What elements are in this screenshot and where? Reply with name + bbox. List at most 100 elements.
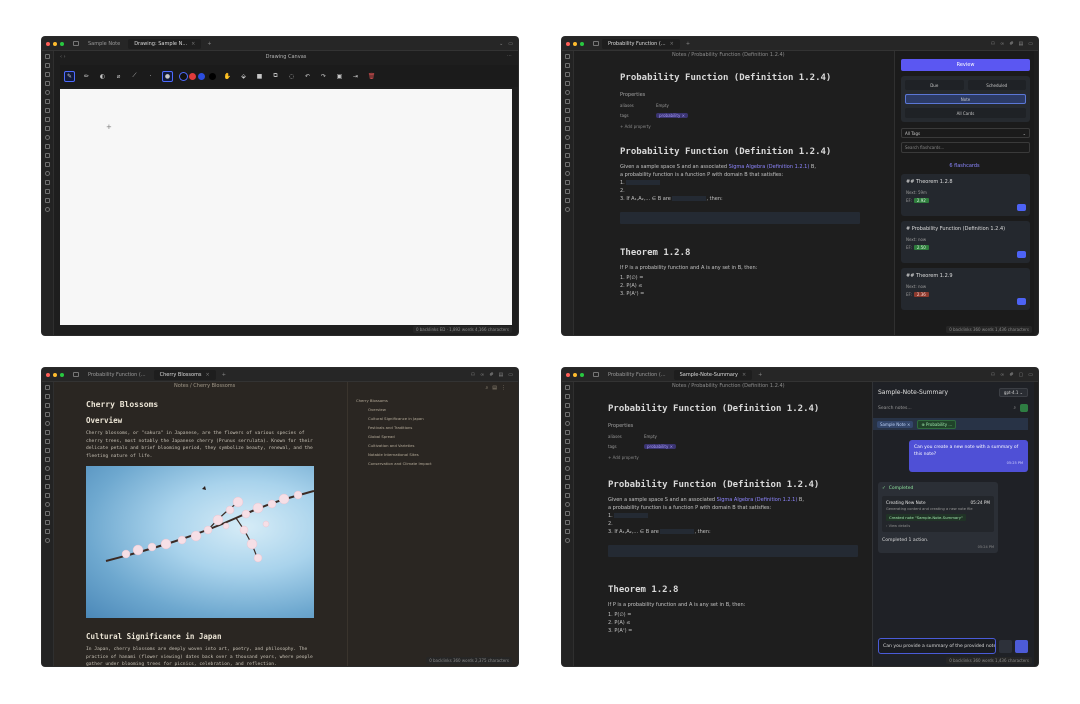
branch-icon[interactable] — [45, 144, 50, 149]
search-icon[interactable]: ⌕ — [1013, 405, 1016, 411]
flashcard-search-input[interactable]: Search flashcards... — [901, 142, 1030, 153]
search-icon[interactable]: ⌕ — [485, 385, 488, 391]
link-icon[interactable]: ∞ — [480, 372, 484, 378]
thin-stroke-icon[interactable]: · — [146, 72, 155, 81]
note-search-input[interactable]: Search notes... — [878, 406, 912, 411]
attach-button[interactable] — [999, 639, 1012, 653]
globe-icon[interactable] — [45, 466, 50, 471]
fill-tool-icon[interactable]: ⬙ — [239, 72, 248, 81]
clock-icon[interactable] — [45, 421, 50, 426]
calendar-icon[interactable] — [565, 412, 570, 417]
home-icon[interactable] — [565, 126, 570, 131]
terminal-icon[interactable] — [565, 108, 570, 113]
close-dot[interactable] — [566, 41, 570, 46]
files-icon[interactable] — [565, 54, 570, 59]
nav-arrows-icon[interactable]: ‹ › — [60, 54, 66, 60]
chat-input-field[interactable]: Can you provide a summary of the provide… — [878, 638, 996, 654]
graph-icon[interactable] — [565, 403, 570, 408]
pen-tool-icon[interactable]: ✎ — [64, 70, 75, 82]
minimize-dot[interactable] — [573, 41, 577, 46]
review-button[interactable]: Review — [901, 59, 1030, 71]
terminal-icon[interactable] — [565, 439, 570, 444]
outline-icon[interactable]: ▤ — [499, 372, 504, 378]
right-sidebar-icon[interactable]: ▭ — [508, 41, 513, 47]
property-tags[interactable]: tags probability × — [620, 113, 860, 118]
document-icon[interactable] — [45, 180, 50, 185]
trash-icon[interactable]: 🗑 — [367, 72, 376, 81]
close-tab-icon[interactable]: × — [191, 41, 195, 47]
sidebar-toggle-icon[interactable] — [73, 41, 79, 46]
zoom-dot[interactable] — [580, 41, 584, 46]
canvas-icon[interactable] — [565, 153, 570, 158]
tags-select[interactable]: All Tags ⌄ — [901, 128, 1030, 138]
property-aliases[interactable]: aliases Empty — [608, 434, 858, 439]
internal-link[interactable]: Sigma Algebra (Definition 1.2.1) — [729, 164, 810, 170]
book-icon[interactable] — [565, 189, 570, 194]
calendar-icon[interactable] — [565, 81, 570, 86]
add-property-button[interactable]: + Add property — [620, 124, 860, 129]
clock-icon[interactable] — [565, 90, 570, 95]
color-red-swatch[interactable] — [189, 72, 196, 80]
tab-cherry-blossoms[interactable]: Cherry Blossoms × — [153, 369, 216, 380]
hidden-block[interactable] — [620, 212, 860, 224]
outline-item[interactable]: Global Spread — [368, 434, 512, 439]
flashcard-item[interactable]: ## Theorem 1.2.9 Next: now EF: 2.36 — [901, 268, 1030, 310]
flashcard-icon[interactable]: ▤ — [1019, 41, 1024, 47]
terminal-icon[interactable] — [45, 439, 50, 444]
property-tags[interactable]: tags probability × — [608, 444, 858, 449]
tag-icon[interactable]: # — [1009, 372, 1013, 378]
pen-icon[interactable] — [565, 529, 570, 534]
home-icon[interactable] — [565, 457, 570, 462]
outline-item[interactable]: Overview — [368, 407, 512, 412]
minimize-dot[interactable] — [53, 41, 57, 46]
chat-icon[interactable] — [45, 538, 50, 543]
template-icon[interactable] — [565, 99, 570, 104]
new-tab-icon[interactable]: + — [207, 41, 211, 47]
graph-icon[interactable] — [565, 72, 570, 77]
filter-scheduled-button[interactable]: Scheduled — [967, 80, 1026, 90]
copy-icon[interactable]: ⧉ — [271, 72, 280, 81]
new-tab-icon[interactable]: + — [686, 41, 690, 47]
outline-item[interactable]: Cherry Blossoms — [356, 398, 512, 403]
minimize-dot[interactable] — [53, 372, 57, 377]
check-icon[interactable] — [565, 162, 570, 167]
graph-icon[interactable] — [45, 403, 50, 408]
property-value[interactable]: Empty — [644, 434, 657, 439]
property-value[interactable]: Empty — [656, 103, 669, 108]
internal-link[interactable]: Sigma Algebra (Definition 1.2.1) — [717, 497, 798, 503]
new-tab-icon[interactable]: + — [758, 372, 762, 378]
tag-icon[interactable] — [45, 117, 50, 122]
close-tab-icon[interactable]: × — [742, 372, 746, 378]
check-icon[interactable] — [45, 162, 50, 167]
window-controls[interactable] — [46, 372, 64, 377]
calendar-icon[interactable] — [45, 412, 50, 417]
tab-sample-note[interactable]: Sample Note — [82, 39, 126, 49]
right-sidebar-icon[interactable]: ▭ — [508, 372, 513, 378]
flashcard-item[interactable]: # Probability Function (Definition 1.2.4… — [901, 221, 1030, 263]
marker-tool-icon[interactable]: ⌀ — [114, 72, 123, 81]
outline-item[interactable]: Cultivation and Varieties — [368, 443, 512, 448]
breadcrumb[interactable]: Notes / Probability Function (Definition… — [672, 52, 785, 58]
chat-icon[interactable]: ▢ — [1019, 372, 1024, 378]
close-tab-icon[interactable]: × — [670, 41, 674, 47]
undo-icon[interactable]: ↶ — [303, 72, 312, 81]
document-icon[interactable] — [565, 511, 570, 516]
image-icon[interactable]: ▣ — [335, 72, 344, 81]
globe-icon[interactable] — [45, 135, 50, 140]
color-dark-swatch[interactable] — [209, 72, 216, 80]
window-controls[interactable] — [46, 41, 64, 46]
tag-pill[interactable]: probability × — [656, 113, 688, 118]
hidden-cloze[interactable] — [626, 180, 661, 185]
created-note-link[interactable]: Created note "Sample-Note-Summary" — [886, 513, 966, 521]
eye-icon[interactable] — [45, 502, 50, 507]
tag-pill[interactable]: probability × — [644, 444, 676, 449]
book-icon[interactable] — [45, 520, 50, 525]
breadcrumb[interactable]: Notes / Probability Function (Definition… — [672, 383, 785, 389]
terminal-icon[interactable] — [45, 108, 50, 113]
flashcard-item[interactable]: ## Theorem 1.2.8 Next: 59m EF: 2.92 — [901, 174, 1030, 216]
chat-icon[interactable] — [565, 207, 570, 212]
document-icon[interactable] — [565, 180, 570, 185]
tab-drawing[interactable]: Drawing: Sample N... × — [128, 38, 202, 49]
filter-note-button[interactable]: Note — [905, 94, 1026, 104]
hidden-cloze[interactable] — [672, 196, 707, 201]
